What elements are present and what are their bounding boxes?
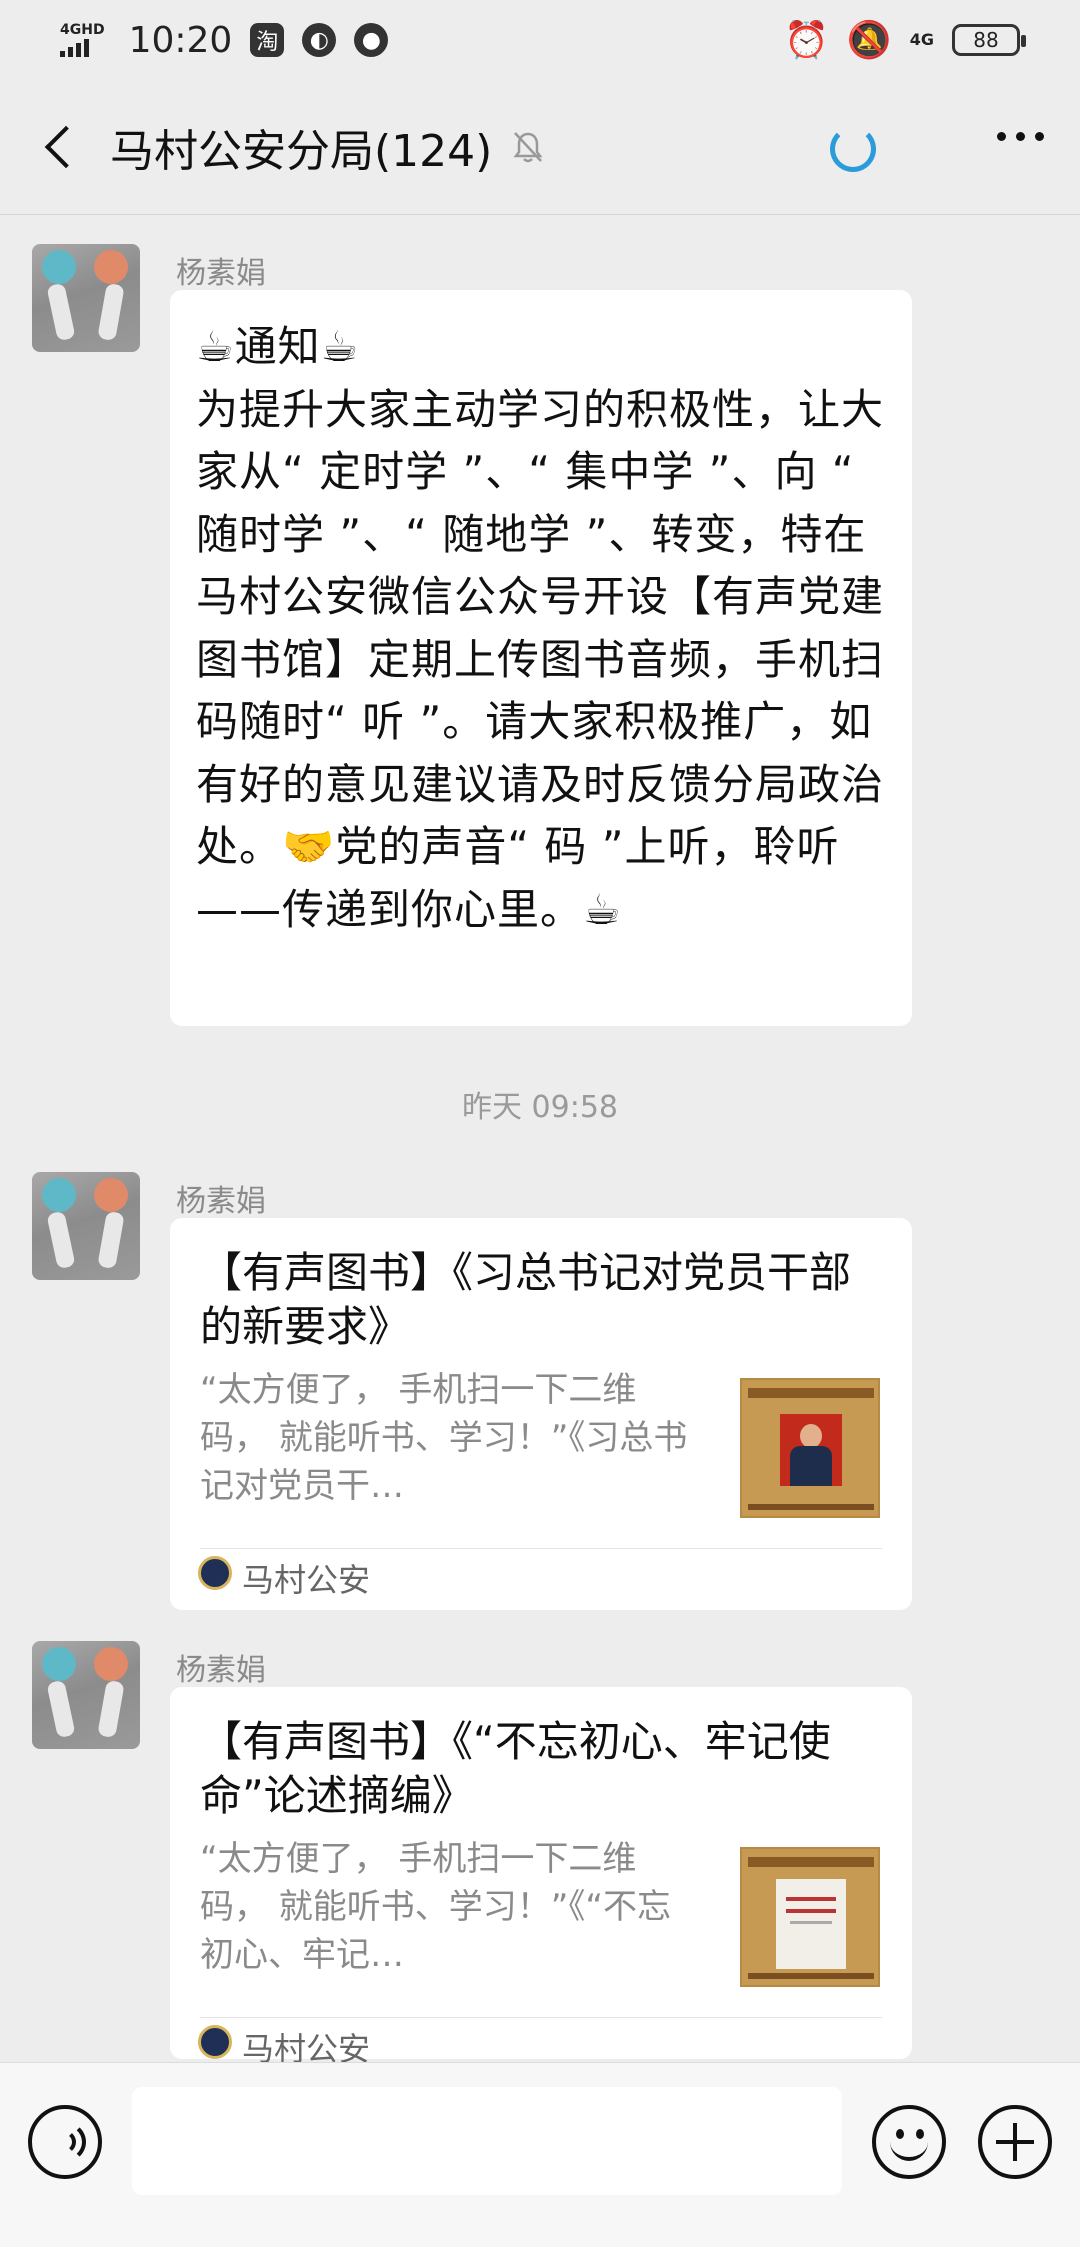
back-button[interactable] [30, 112, 90, 182]
emoji-button[interactable] [872, 2105, 946, 2179]
card-thumbnail [740, 1378, 880, 1518]
coffee-icon: ☕ [583, 884, 622, 934]
signal-indicator: 4GHD [60, 23, 105, 57]
battery-icon: 88 [952, 24, 1026, 56]
time-separator: 昨天 09:58 [462, 1090, 618, 1125]
police-badge-icon [198, 2025, 232, 2059]
police-badge-icon [198, 1556, 232, 1590]
voice-button[interactable] [28, 2105, 102, 2179]
status-time: 10:20 [128, 19, 233, 61]
notice-heading: 通知 [234, 322, 321, 371]
more-dot [1016, 132, 1025, 141]
mobile-data-label: 4G [909, 30, 934, 49]
handshake-icon: 🤝 [282, 822, 336, 871]
chat-header: 马村公安分局(124) [0, 80, 1080, 215]
compass-icon: ◐ [302, 23, 337, 57]
link-card[interactable]: 【有声图书】《习总书记对党员干部的新要求》 “太方便了， 手机扫一下二维码， 就… [170, 1218, 912, 1610]
card-description: “太方便了， 手机扫一下二维码， 就能听书、学习！”《习总书记对党员干… [200, 1370, 688, 1506]
status-bar: 4GHD 10:20 淘 ◐ ● ⏰ 🔕 4G 88 [0, 0, 1080, 80]
plus-button[interactable] [978, 2105, 1052, 2179]
more-options-button[interactable] [997, 132, 1044, 141]
card-divider [200, 2017, 882, 2018]
more-dot [997, 132, 1006, 141]
card-title: 【有声图书】《“不忘初心、牢记使命”论述摘编》 [200, 1717, 831, 1820]
alarm-icon: ⏰ [784, 20, 829, 61]
sender-name: 杨素娟 [176, 1184, 266, 1219]
network-label: 4GHD [60, 22, 105, 38]
silent-bell-icon: 🔕 [846, 20, 892, 61]
link-card[interactable]: 【有声图书】《“不忘初心、牢记使命”论述摘编》 “太方便了， 手机扫一下二维码，… [170, 1687, 912, 2068]
notice-body: 为提升大家主动学习的积极性，让大家从“ 定时学 ”、“ 集中学 ”、向 “ 随时… [196, 384, 885, 872]
chat-notification-icon: ● [354, 23, 389, 57]
more-dot [1035, 132, 1044, 141]
sender-name: 杨素娟 [176, 256, 266, 291]
avatar[interactable] [32, 244, 140, 352]
battery-level: 88 [973, 28, 999, 52]
loading-spinner-icon [830, 126, 876, 172]
card-title: 【有声图书】《习总书记对党员干部的新要求》 [200, 1248, 852, 1351]
signal-bars-icon [60, 37, 89, 57]
emoji-icon [896, 2129, 904, 2139]
status-left: 4GHD 10:20 淘 ◐ ● [60, 19, 389, 61]
notice-text: ☕通知☕ 为提升大家主动学习的积极性，让大家从“ 定时学 ”、“ 集中学 ”、向… [170, 290, 912, 961]
card-divider [200, 1548, 882, 1549]
sender-name: 杨素娟 [176, 1653, 266, 1688]
input-bar [0, 2062, 1080, 2247]
avatar[interactable] [32, 1172, 140, 1280]
card-source: 马村公安 [242, 1561, 371, 1599]
coffee-icon: ☕ [320, 322, 360, 371]
chevron-left-icon [44, 125, 88, 169]
message-bubble[interactable]: ☕通知☕ 为提升大家主动学习的积极性，让大家从“ 定时学 ”、“ 集中学 ”、向… [170, 290, 912, 1026]
avatar[interactable] [32, 1641, 140, 1749]
coffee-icon: ☕ [196, 322, 235, 371]
taobao-icon: 淘 [250, 23, 285, 57]
card-description: “太方便了， 手机扫一下二维码， 就能听书、学习！”《“不忘初心、牢记… [200, 1839, 672, 1975]
status-right: ⏰ 🔕 4G 88 [784, 19, 1026, 61]
card-thumbnail [740, 1847, 880, 1987]
message-input[interactable] [132, 2087, 842, 2195]
chat-title: 马村公安分局(124) [110, 126, 493, 177]
bell-muted-icon [513, 132, 543, 163]
